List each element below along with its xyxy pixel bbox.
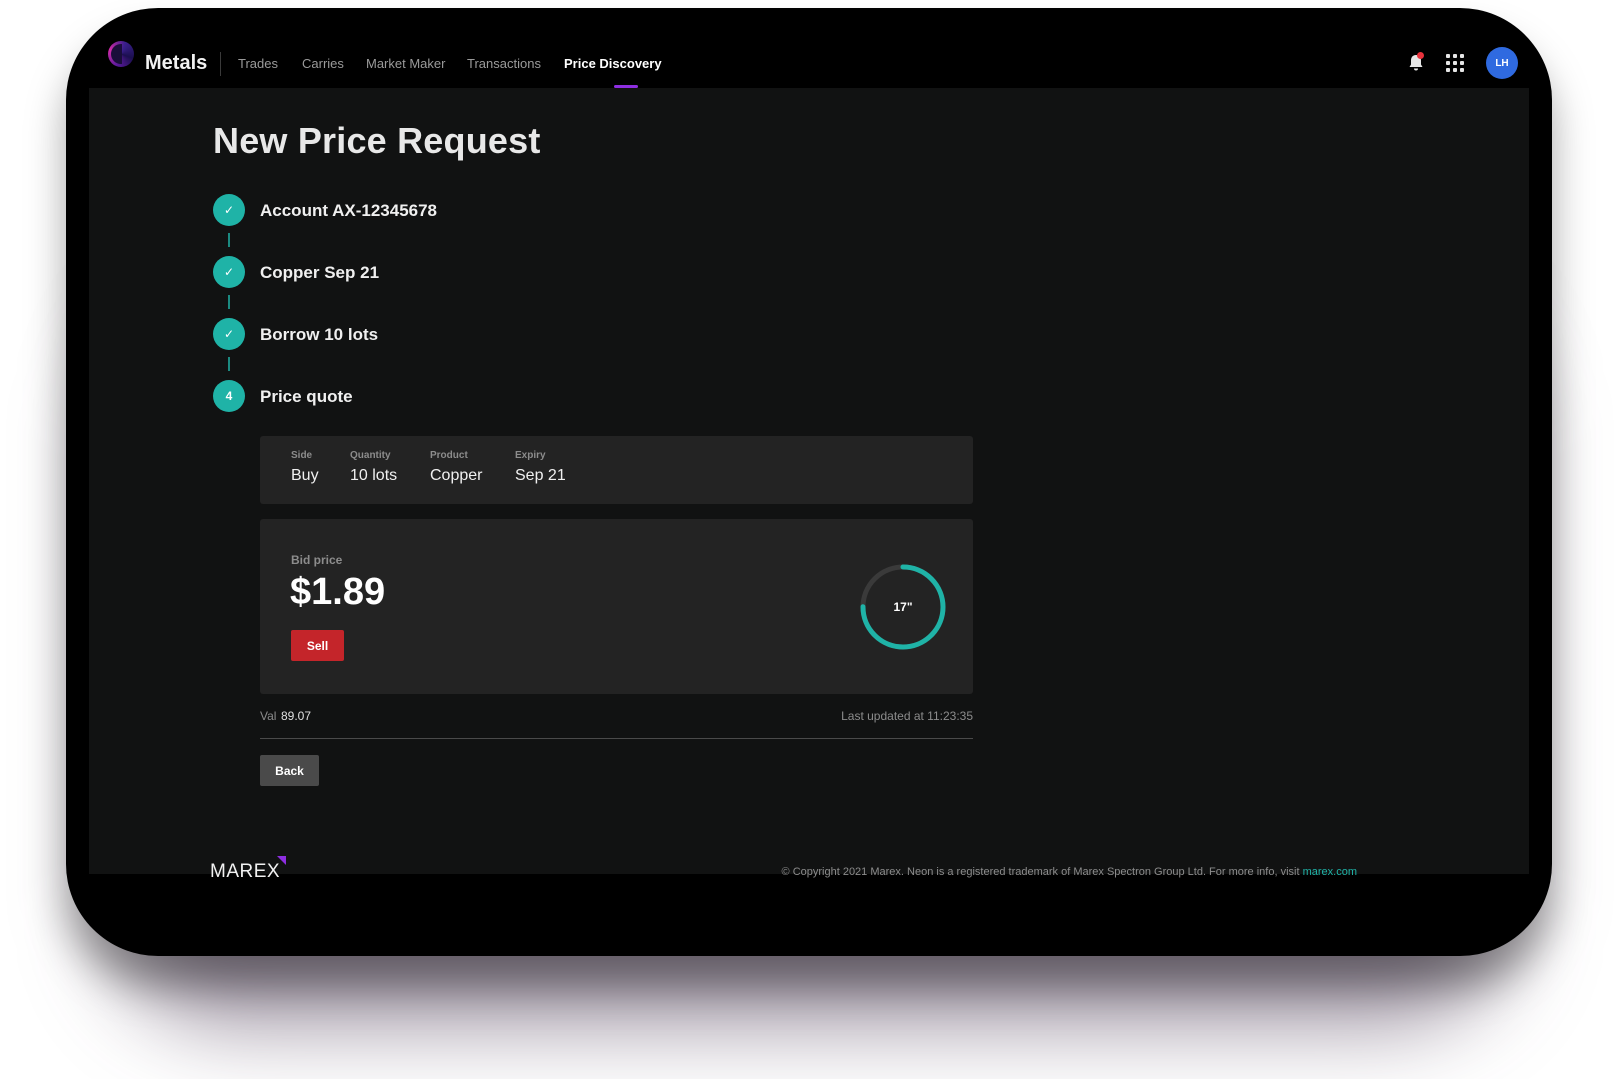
copyright-body: © Copyright 2021 Marex. Neon is a regist… <box>781 866 1303 878</box>
last-updated-text: Last updated at 11:23:35 <box>841 709 973 723</box>
summary-quantity: Quantity 10 lots <box>350 450 397 485</box>
nav-link-transactions[interactable]: Transactions <box>467 56 541 71</box>
nav-link-carries[interactable]: Carries <box>302 56 344 71</box>
summary-expiry-label: Expiry <box>515 450 546 461</box>
user-avatar[interactable]: LH <box>1486 47 1518 79</box>
step-complete-icon: ✓ <box>213 256 245 288</box>
trade-summary-card: Side Buy Quantity 10 lots Product Copper… <box>260 436 973 504</box>
step-connector <box>228 295 230 309</box>
nav-link-price-discovery[interactable]: Price Discovery <box>564 56 662 71</box>
summary-quantity-label: Quantity <box>350 450 391 461</box>
notification-dot <box>1417 52 1424 59</box>
summary-product: Product Copper <box>430 450 482 485</box>
summary-expiry-value: Sep 21 <box>515 467 566 484</box>
price-quote-card: Bid price $1.89 Sell 17" <box>260 519 973 694</box>
step-complete-icon: ✓ <box>213 318 245 350</box>
step-label-account: Account AX-12345678 <box>260 201 438 220</box>
val-value: 89.07 <box>281 709 312 723</box>
summary-quantity-value: 10 lots <box>350 467 398 484</box>
sell-button[interactable]: Sell <box>291 630 344 661</box>
divider <box>260 738 973 739</box>
bid-price-label: Bid price <box>291 553 343 567</box>
marex-logo[interactable]: MAREX <box>210 861 280 883</box>
summary-product-label: Product <box>430 450 468 461</box>
summary-side: Side Buy <box>291 450 319 485</box>
app-name[interactable]: Metals <box>145 52 207 75</box>
step-label-price-quote: Price quote <box>260 387 353 406</box>
step-label-product: Copper Sep 21 <box>260 263 380 282</box>
step-label-borrow: Borrow 10 lots <box>260 325 379 344</box>
top-nav: Metals Trades Carries Market Maker Trans… <box>66 8 1552 88</box>
apps-grid-icon[interactable] <box>1446 54 1464 72</box>
nav-link-market-maker[interactable]: Market Maker <box>366 56 445 71</box>
nav-divider <box>220 52 221 76</box>
summary-side-label: Side <box>291 450 313 461</box>
main-content: New Price Request ✓ Account AX-12345678 … <box>89 88 1529 874</box>
step-number-badge: 4 <box>213 380 245 412</box>
step-connector <box>228 233 230 247</box>
step-complete-icon: ✓ <box>213 194 245 226</box>
device-frame: Metals Trades Carries Market Maker Trans… <box>66 8 1552 956</box>
step-connector <box>228 357 230 371</box>
page-title: New Price Request <box>213 120 541 161</box>
bid-price-value: $1.89 <box>290 571 386 613</box>
val-label: Val <box>260 709 277 723</box>
app-logo-icon[interactable] <box>108 41 134 67</box>
back-button[interactable]: Back <box>260 755 319 786</box>
marex-logo-accent-icon <box>277 856 286 865</box>
nav-link-trades[interactable]: Trades <box>238 56 278 71</box>
copyright-text: © Copyright 2021 Marex. Neon is a regist… <box>782 866 1357 878</box>
summary-side-value: Buy <box>291 467 319 484</box>
countdown-timer-text: 17" <box>893 600 913 614</box>
summary-expiry: Expiry Sep 21 <box>515 450 566 485</box>
marex-link[interactable]: marex.com <box>1303 866 1357 878</box>
summary-product-value: Copper <box>430 467 483 484</box>
